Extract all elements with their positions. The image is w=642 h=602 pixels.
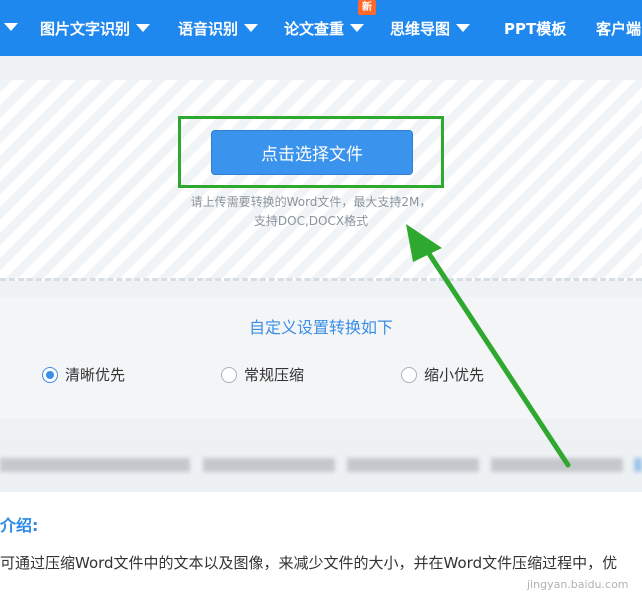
- settings-title: 自定义设置转换如下: [248, 318, 393, 337]
- conversion-settings: 自定义设置转换如下 清晰优先 常规压缩 缩小优先: [0, 297, 642, 419]
- blurred-text: [347, 458, 479, 472]
- intro-title: 介绍:: [0, 516, 39, 535]
- chevron-down-icon: [350, 24, 365, 32]
- radio-selected-icon[interactable]: [42, 366, 58, 383]
- radio-label: 缩小优先: [424, 366, 485, 384]
- nav-item-label: 思维导图: [390, 19, 451, 38]
- chevron-down-icon: [136, 24, 151, 32]
- upload-hint: 请上传需要转换的Word文件，最大支持2M， 支持DOC,DOCX格式: [150, 193, 472, 231]
- chevron-down-icon: [244, 24, 259, 32]
- radio-unselected-icon[interactable]: [401, 366, 417, 383]
- watermark: jingyan.baidu.com: [527, 578, 629, 591]
- nav-item-plagiarism-check[interactable]: 论文查重 新: [284, 0, 376, 56]
- radio-label: 清晰优先: [65, 366, 126, 384]
- radio-unselected-icon[interactable]: [221, 366, 237, 383]
- select-file-button[interactable]: 点击选择文件: [211, 130, 413, 175]
- blurred-text: [203, 458, 335, 472]
- nav-item-label: 论文查重: [284, 19, 345, 38]
- nav-item-label: 语音识别: [178, 19, 239, 38]
- top-nav-bar: 图片文字识别 语音识别 论文查重 新 思维导图 PPT模板 客户端: [0, 0, 642, 56]
- radio-normal-compression[interactable]: 常规压缩: [221, 364, 304, 385]
- blurred-strip: [0, 440, 642, 490]
- nav-item-label: 图片文字识别: [40, 19, 131, 38]
- nav-item-ppt-templates[interactable]: PPT模板: [504, 0, 566, 56]
- radio-label: 常规压缩: [244, 366, 305, 384]
- nav-item-mind-map[interactable]: 思维导图: [390, 0, 471, 56]
- nav-item-speech-recognition[interactable]: 语音识别: [178, 0, 259, 56]
- intro-text: 可通过压缩Word文件中的文本以及图像，来减少文件的大小，并在Word文件压缩过…: [0, 554, 618, 572]
- chevron-down-icon[interactable]: [4, 23, 18, 31]
- upload-hint-line-2: 支持DOC,DOCX格式: [253, 214, 369, 228]
- radio-clarity-first[interactable]: 清晰优先: [42, 364, 125, 385]
- radio-size-first[interactable]: 缩小优先: [401, 364, 484, 385]
- blurred-text: [0, 458, 190, 472]
- new-badge: 新: [358, 0, 376, 15]
- upload-hint-line-1: 请上传需要转换的Word文件，最大支持2M，: [190, 195, 432, 209]
- nav-item-client[interactable]: 客户端: [596, 0, 641, 56]
- nav-item-label: PPT模板: [504, 19, 567, 38]
- nav-item-image-ocr[interactable]: 图片文字识别: [40, 0, 151, 56]
- blurred-text: [634, 458, 642, 472]
- chevron-down-icon: [456, 24, 471, 32]
- nav-item-label: 客户端: [596, 19, 642, 38]
- blurred-text: [491, 458, 623, 472]
